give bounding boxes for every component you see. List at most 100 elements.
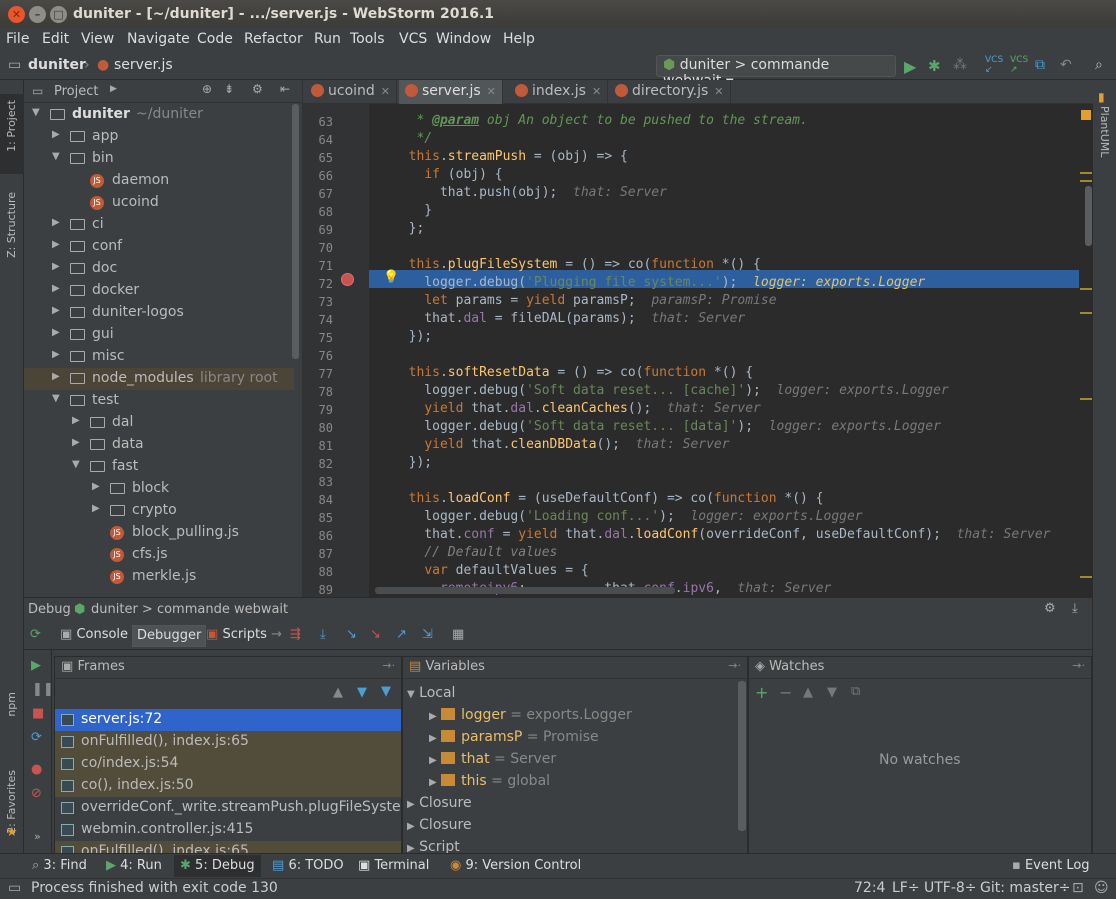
scroll-marker[interactable]: [1080, 288, 1092, 290]
tree-file-item[interactable]: JS daemon: [24, 170, 294, 192]
code-line[interactable]: });: [393, 455, 433, 470]
code-line[interactable]: var defaultValues = {: [393, 563, 588, 578]
collapse-all-icon[interactable]: ⇟: [224, 82, 234, 96]
menu-tools[interactable]: Tools: [350, 31, 385, 47]
menu-view[interactable]: View: [81, 31, 114, 47]
editor-gutter[interactable]: 63 64 65 66 67 68 69 70 71 72 73 74 75 76 77 78 79 80 81 82…: [303, 104, 369, 597]
evaluate-expression-icon[interactable]: ▦: [452, 627, 464, 642]
frame-item[interactable]: co/index.js:54: [55, 753, 401, 775]
code-line[interactable]: yield that.dal.cleanCaches(); that: Serv…: [393, 401, 761, 416]
code-line[interactable]: this.plugFileSystem = () => co(function …: [393, 257, 761, 272]
pin-icon[interactable]: →·: [382, 659, 395, 672]
close-icon[interactable]: ✕: [714, 85, 723, 98]
pin-icon[interactable]: →·: [1072, 659, 1085, 672]
vcs-commit-icon[interactable]: VCS ↗: [1010, 55, 1028, 75]
frame-item[interactable]: co(), index.js:50: [55, 775, 401, 797]
tree-folder-item[interactable]: ▶ crypto: [24, 500, 294, 522]
code-line[interactable]: }: [393, 203, 432, 218]
code-line[interactable]: * @param obj An object to be pushed to t…: [393, 113, 807, 128]
chevron-right-icon[interactable]: ▶: [429, 755, 437, 766]
npm-tool-button[interactable]: npm: [5, 692, 18, 717]
copy-icon[interactable]: ⧉: [851, 684, 860, 699]
tab-ucoind[interactable]: ucoind ✕: [305, 80, 398, 104]
code-line[interactable]: };: [393, 221, 425, 236]
menu-code[interactable]: Code: [197, 31, 233, 47]
hector-icon[interactable]: ☺: [1094, 880, 1109, 896]
code-line[interactable]: this.streamPush = (obj) => {: [393, 149, 628, 164]
code-line[interactable]: yield that.cleanDBData(); that: Server: [393, 437, 729, 452]
tree-file-item[interactable]: JS cfs.js: [24, 544, 294, 566]
project-panel-title[interactable]: Project: [54, 84, 98, 99]
code-line[interactable]: if (obj) {: [393, 167, 502, 182]
tree-folder-item[interactable]: ▶ node_modules library root: [24, 368, 294, 390]
close-icon[interactable]: ✕: [487, 85, 496, 98]
settings-gear-icon[interactable]: ⚙: [1044, 601, 1056, 616]
settings-gear-icon[interactable]: ⚙: [252, 82, 263, 96]
code-line[interactable]: logger.debug('Soft data reset... [data]'…: [393, 419, 941, 434]
frame-item[interactable]: overrideConf._write.streamPush.plugFileS…: [55, 797, 401, 819]
chevron-right-icon[interactable]: ▶: [52, 327, 60, 338]
cursor-position[interactable]: 72:4: [854, 880, 885, 896]
tree-folder-item[interactable]: ▶ block: [24, 478, 294, 500]
code-line[interactable]: // Default values: [393, 545, 557, 560]
plantuml-tool-button[interactable]: PlantUML: [1098, 106, 1111, 157]
scroll-marker[interactable]: [1080, 180, 1092, 182]
arrow-up-icon[interactable]: ▲: [333, 685, 343, 700]
chevron-right-icon[interactable]: ▶: [429, 711, 437, 722]
tree-folder-item[interactable]: ▶ gui: [24, 324, 294, 346]
tree-file-item[interactable]: JS ucoind: [24, 192, 294, 214]
code-line[interactable]: logger.debug('Soft data reset... [cache]…: [393, 383, 948, 398]
editor-scrollbar[interactable]: [1083, 104, 1093, 597]
code-line[interactable]: let params = yield paramsP; paramsP: Pro…: [393, 293, 776, 308]
code-line[interactable]: that.conf = yield that.dal.loadConf(over…: [393, 527, 1050, 542]
close-icon[interactable]: ✕: [381, 85, 390, 98]
tree-file-item[interactable]: JS merkle.js: [24, 566, 294, 588]
code-line[interactable]: that.push(obj); that: Server: [393, 185, 667, 200]
debug-config-label[interactable]: duniter > commande webwait: [91, 602, 288, 617]
rerun-icon[interactable]: ⟳: [30, 627, 41, 642]
chevron-right-icon[interactable]: ▶: [52, 239, 60, 250]
tab-terminal[interactable]: ▣ Terminal: [358, 858, 429, 873]
scroll-marker[interactable]: [1080, 172, 1092, 174]
tree-folder-item[interactable]: ▶ duniter-logos: [24, 302, 294, 324]
step-over-icon[interactable]: ⤓: [320, 627, 326, 642]
chevron-right-icon[interactable]: ▶: [92, 481, 100, 492]
breakpoint-icon[interactable]: [341, 273, 354, 286]
tab-find[interactable]: ⌕ 3: Find: [32, 858, 87, 873]
chevron-down-icon[interactable]: ▼: [52, 393, 60, 404]
file-encoding[interactable]: UTF-8÷: [924, 880, 977, 896]
step-into-icon[interactable]: ↘: [346, 627, 357, 642]
debug-icon[interactable]: ✱: [928, 57, 941, 75]
history-icon[interactable]: ⧉: [1035, 57, 1045, 73]
chevron-right-icon[interactable]: ▶: [52, 371, 60, 382]
breadcrumb-project[interactable]: duniter: [28, 57, 86, 73]
tree-folder-item[interactable]: ▼ fast: [24, 456, 294, 478]
tab-run[interactable]: ▶ 4: Run: [106, 858, 162, 873]
variable-item[interactable]: ▶ that = Server: [429, 751, 769, 773]
pause-icon[interactable]: ❚❚: [32, 682, 54, 697]
tab-index-js[interactable]: index.js ✕: [509, 80, 609, 104]
variables-scrollbar[interactable]: [738, 681, 746, 831]
code-line[interactable]: this.softResetData = () => co(function *…: [393, 365, 753, 380]
menu-file[interactable]: File: [6, 31, 29, 47]
chevron-right-icon[interactable]: ▶: [407, 799, 415, 810]
chevron-right-icon[interactable]: ▶: [72, 437, 80, 448]
chevron-right-icon[interactable]: ▶: [72, 415, 80, 426]
frame-item[interactable]: onFulfilled(), index.js:65: [55, 731, 401, 753]
chevron-right-icon[interactable]: ▶: [52, 283, 60, 294]
event-log-button[interactable]: ▪ Event Log: [1012, 858, 1090, 873]
editor-horizontal-scrollbar[interactable]: [375, 587, 675, 594]
tree-file-item[interactable]: JS block_pulling.js: [24, 522, 294, 544]
tab-debugger[interactable]: Debugger: [132, 625, 207, 647]
arrow-down-icon[interactable]: ▼: [357, 685, 367, 700]
tree-folder-item[interactable]: ▶ dal: [24, 412, 294, 434]
frame-item[interactable]: webmin.controller.js:415: [55, 819, 401, 841]
tree-folder-item[interactable]: ▶ conf: [24, 236, 294, 258]
arrow-down-icon[interactable]: ▼: [827, 685, 837, 700]
tree-folder-item[interactable]: ▼ bin: [24, 148, 294, 170]
filter-icon[interactable]: ▼: [381, 684, 391, 699]
tree-folder-item[interactable]: ▶ app: [24, 126, 294, 148]
arrow-up-icon[interactable]: ▲: [803, 685, 813, 700]
chevron-right-icon[interactable]: ▶: [52, 217, 60, 228]
resume-icon[interactable]: ▶: [31, 658, 41, 673]
